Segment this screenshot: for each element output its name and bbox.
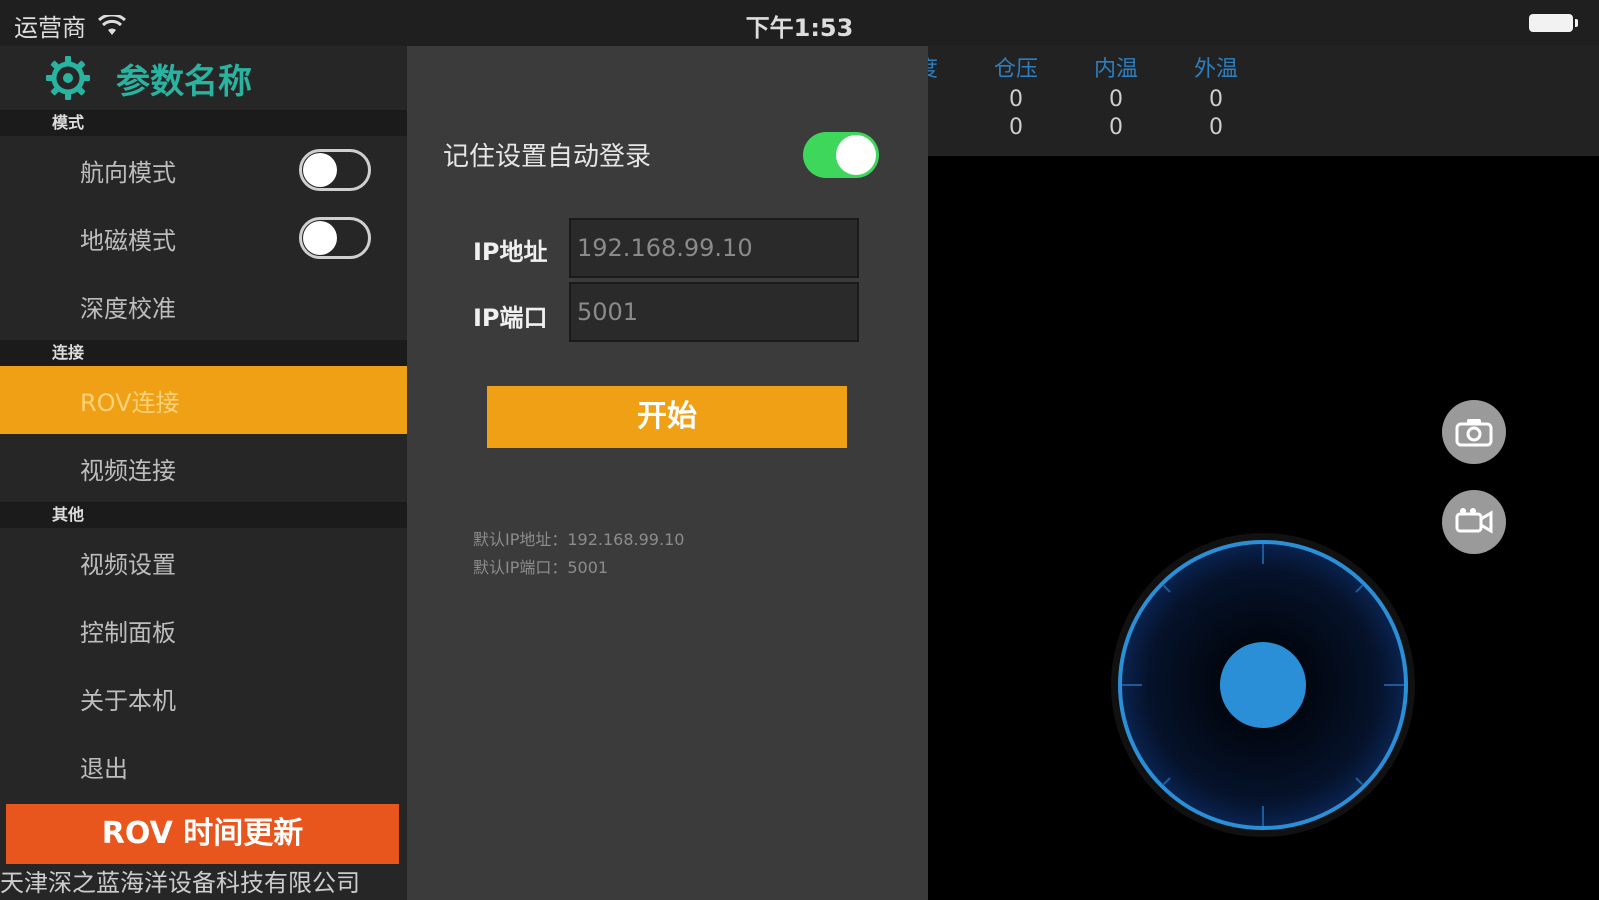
sidebar-item-magnetic-mode: 地磁模式	[0, 204, 407, 272]
ip-address-input[interactable]	[569, 218, 859, 278]
toggle-knob	[303, 221, 337, 255]
video-camera-icon	[1455, 508, 1493, 534]
remember-settings-label: 记住设置自动登录	[443, 142, 652, 172]
capture-photo-button[interactable]	[1442, 400, 1506, 464]
telemetry-panel: 深度 0 0 仓压 0 0 内温 0 0 外温 0 0	[894, 46, 1599, 156]
toggle-knob	[303, 153, 337, 187]
status-time: 下午1:53	[745, 14, 854, 42]
default-port-hint: 默认IP端口：5001	[473, 558, 609, 577]
telemetry-value: 0	[1209, 115, 1223, 140]
telemetry-label: 仓压	[993, 57, 1038, 82]
sidebar-item-depth-calibration[interactable]: 深度校准	[0, 272, 407, 340]
default-ip-hint: 默认IP地址：192.168.99.10	[473, 530, 685, 549]
sidebar-title: 参数名称	[116, 61, 252, 102]
telemetry-label: 外温	[1193, 57, 1238, 82]
sidebar-item-label: ROV连接	[80, 388, 180, 417]
section-header-other: 其他	[0, 502, 407, 528]
sidebar-item-label: 航向模式	[80, 158, 176, 187]
ip-port-input[interactable]	[569, 282, 859, 342]
sidebar: 参数名称 模式 航向模式 地磁模式 深度校准 连接 ROV连接 视频连接 其他 …	[0, 46, 407, 900]
sidebar-item-control-panel[interactable]: 控制面板	[0, 596, 407, 664]
telemetry-value: 0	[1009, 115, 1023, 140]
telemetry-value: 0	[1109, 115, 1123, 140]
battery-icon	[1529, 14, 1578, 32]
section-header-mode: 模式	[0, 110, 407, 136]
company-name: 天津深之蓝海洋设备科技有限公司	[0, 869, 360, 897]
switch-knob	[836, 135, 876, 175]
start-button[interactable]: 开始	[487, 386, 847, 448]
sidebar-item-label: 控制面板	[80, 618, 176, 647]
sidebar-item-video-settings[interactable]: 视频设置	[0, 528, 407, 596]
gear-icon	[46, 56, 90, 100]
sidebar-item-label: 视频连接	[80, 456, 176, 485]
telemetry-pressure: 仓压 0 0	[976, 54, 1056, 142]
telemetry-value: 0	[1209, 87, 1223, 112]
status-bar: 运营商 下午1:53	[0, 0, 1599, 46]
sidebar-item-heading-mode: 航向模式	[0, 136, 407, 204]
ip-port-label: IP端口	[473, 304, 548, 332]
camera-icon	[1455, 419, 1493, 447]
sidebar-item-logout[interactable]: 退出	[0, 732, 407, 800]
telemetry-value: 0	[1109, 87, 1123, 112]
sidebar-item-label: 视频设置	[80, 550, 176, 579]
telemetry-outer-temp: 外温 0 0	[1176, 54, 1256, 142]
rov-time-update-button[interactable]: ROV 时间更新	[6, 804, 399, 864]
sidebar-item-label: 地磁模式	[80, 226, 176, 255]
magnetic-mode-toggle[interactable]	[299, 217, 371, 259]
auto-login-switch[interactable]	[803, 132, 879, 178]
telemetry-label: 内温	[1093, 57, 1138, 82]
sidebar-header: 参数名称	[0, 46, 407, 110]
sidebar-item-label: 退出	[80, 754, 128, 783]
connection-panel: 记住设置自动登录 IP地址 IP端口 开始 默认IP地址：192.168.99.…	[407, 46, 928, 900]
sidebar-item-about[interactable]: 关于本机	[0, 664, 407, 732]
ip-address-label: IP地址	[473, 238, 548, 266]
sidebar-item-label: 关于本机	[80, 686, 176, 715]
heading-mode-toggle[interactable]	[299, 149, 371, 191]
section-header-connect: 连接	[0, 340, 407, 366]
telemetry-value: 0	[1009, 87, 1023, 112]
joystick-knob[interactable]	[1220, 642, 1306, 728]
telemetry-inner-temp: 内温 0 0	[1076, 54, 1156, 142]
sidebar-item-video-connect[interactable]: 视频连接	[0, 434, 407, 502]
joystick-control[interactable]	[1108, 530, 1418, 840]
sidebar-item-rov-connect[interactable]: ROV连接	[0, 366, 407, 434]
record-video-button[interactable]	[1442, 490, 1506, 554]
sidebar-item-label: 深度校准	[80, 294, 176, 323]
